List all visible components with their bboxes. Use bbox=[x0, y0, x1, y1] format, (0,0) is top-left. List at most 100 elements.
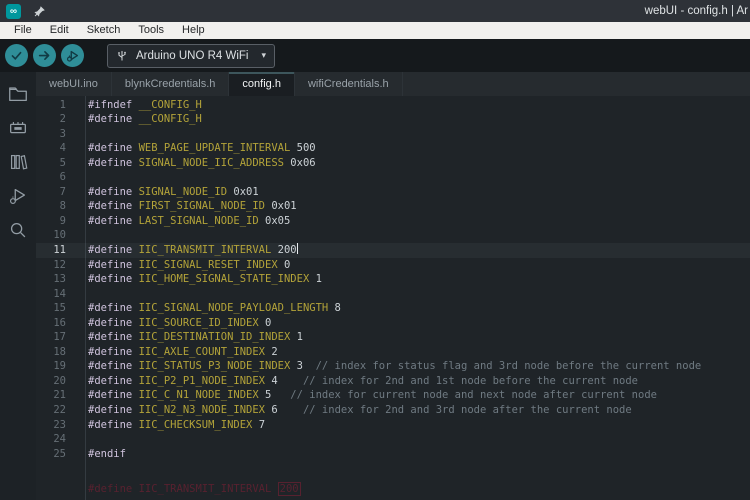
debug-play-icon bbox=[66, 50, 78, 62]
line-number: 13 bbox=[53, 273, 66, 286]
code-line-19[interactable]: 19 #define IIC_STATUS_P3_NODE_INDEX 3 // … bbox=[36, 359, 750, 374]
arduino-ide-window: ∞ webUI - config.h | Ar File Edit Sketch To… bbox=[0, 0, 750, 500]
activity-bar bbox=[0, 72, 36, 500]
line-content: #define IIC_N2_N3_NODE_INDEX 6 // index … bbox=[88, 403, 632, 416]
line-content: #define SIGNAL_NODE_IIC_ADDRESS 0x06 bbox=[88, 156, 316, 169]
sidebar-item-library-manager[interactable] bbox=[1, 145, 35, 179]
line-content: #define IIC_AXLE_COUNT_INDEX 2 bbox=[88, 345, 278, 358]
menu-bar: File Edit Sketch Tools Help bbox=[0, 22, 750, 39]
line-number: 2 bbox=[59, 113, 66, 126]
code-line-12[interactable]: 12 #define IIC_SIGNAL_RESET_INDEX 0 bbox=[36, 258, 750, 273]
board-selector-label: Arduino UNO R4 WiFi bbox=[136, 49, 249, 62]
board-selector-dropdown[interactable]: Arduino UNO R4 WiFi ▾ bbox=[107, 43, 275, 68]
library-books-icon bbox=[10, 154, 28, 170]
code-line-4[interactable]: 4 #define WEB_PAGE_UPDATE_INTERVAL 500 bbox=[36, 141, 750, 156]
code-line-16[interactable]: 16 #define IIC_SOURCE_ID_INDEX 0 bbox=[36, 316, 750, 331]
line-content: #define IIC_CHECKSUM_INDEX 7 bbox=[88, 418, 266, 431]
verify-button[interactable] bbox=[5, 44, 28, 67]
search-icon bbox=[10, 222, 26, 238]
line-number: 5 bbox=[59, 156, 66, 169]
code-line-20[interactable]: 20 #define IIC_P2_P1_NODE_INDEX 4 // inde… bbox=[36, 374, 750, 389]
sidebar-item-debug[interactable] bbox=[1, 179, 35, 213]
line-content: #define IIC_SOURCE_ID_INDEX 0 bbox=[88, 316, 272, 329]
menu-item-edit[interactable]: Edit bbox=[42, 22, 77, 39]
code-line-3[interactable]: 3 bbox=[36, 127, 750, 142]
check-icon bbox=[11, 51, 22, 60]
code-line-8[interactable]: 8 #define FIRST_SIGNAL_NODE_ID 0x01 bbox=[36, 199, 750, 214]
line-content: #define IIC_TRANSMIT_INTERVAL 200 bbox=[88, 242, 299, 256]
line-content: #define IIC_SIGNAL_RESET_INDEX 0 bbox=[88, 258, 291, 271]
code-line-11[interactable]: 11 #define IIC_TRANSMIT_INTERVAL 200 bbox=[36, 242, 750, 258]
code-editor[interactable]: 1 #ifndef __CONFIG_H 2 #define __CONFIG_H 3 4… bbox=[36, 96, 750, 500]
chevron-down-icon: ▾ bbox=[261, 50, 266, 60]
line-number: 10 bbox=[53, 229, 66, 242]
tab-webUI.ino[interactable]: webUI.ino bbox=[36, 72, 112, 96]
line-number: 8 bbox=[59, 200, 66, 213]
code-line-2[interactable]: 2 #define __CONFIG_H bbox=[36, 112, 750, 127]
tab-blynkCredentials.h[interactable]: blynkCredentials.h bbox=[112, 72, 230, 96]
line-number: 18 bbox=[53, 345, 66, 358]
code-line-17[interactable]: 17 #define IIC_DESTINATION_ID_INDEX 1 bbox=[36, 330, 750, 345]
line-content bbox=[66, 432, 88, 447]
code-line-14[interactable]: 14 bbox=[36, 287, 750, 302]
code-line-21[interactable]: 21 #define IIC_C_N1_NODE_INDEX 5 // index… bbox=[36, 388, 750, 403]
compression-ghost-text: #define IIC_TRANSMIT_INTERVAL 200 bbox=[88, 482, 301, 496]
debug-icon bbox=[9, 188, 26, 205]
usb-icon bbox=[118, 50, 126, 60]
line-number: 4 bbox=[59, 142, 66, 155]
line-content: #define IIC_SIGNAL_NODE_PAYLOAD_LENGTH 8 bbox=[88, 302, 341, 315]
line-content: #define IIC_HOME_SIGNAL_STATE_INDEX 1 bbox=[88, 273, 322, 286]
title-bar: ∞ webUI - config.h | Ar bbox=[0, 0, 750, 22]
code-line-24[interactable]: 24 bbox=[36, 432, 750, 447]
code-line-18[interactable]: 18 #define IIC_AXLE_COUNT_INDEX 2 bbox=[36, 345, 750, 360]
line-content bbox=[66, 127, 88, 142]
menu-item-help[interactable]: Help bbox=[174, 22, 213, 39]
code-line-23[interactable]: 23 #define IIC_CHECKSUM_INDEX 7 bbox=[36, 418, 750, 433]
line-content: #define SIGNAL_NODE_ID 0x01 bbox=[88, 185, 259, 198]
line-number: 6 bbox=[59, 171, 66, 184]
line-number: 15 bbox=[53, 302, 66, 315]
editor-tab-bar: webUI.ino blynkCredentials.h config.h wifiC… bbox=[36, 72, 750, 96]
pin-icon[interactable] bbox=[33, 5, 46, 18]
line-number: 1 bbox=[59, 98, 66, 111]
line-number: 24 bbox=[53, 433, 66, 446]
line-number: 12 bbox=[53, 258, 66, 271]
code-line-13[interactable]: 13 #define IIC_HOME_SIGNAL_STATE_INDEX 1 bbox=[36, 272, 750, 287]
line-content: #define IIC_P2_P1_NODE_INDEX 4 // index … bbox=[88, 374, 638, 387]
code-line-25[interactable]: 25 #endif bbox=[36, 447, 750, 462]
text-cursor bbox=[296, 242, 299, 254]
upload-button[interactable] bbox=[33, 44, 56, 67]
line-number: 20 bbox=[53, 374, 66, 387]
line-number: 14 bbox=[53, 287, 66, 300]
line-number: 11 bbox=[53, 243, 66, 256]
sidebar-item-sketchbook[interactable] bbox=[1, 77, 35, 111]
menu-item-tools[interactable]: Tools bbox=[130, 22, 172, 39]
tab-config.h[interactable]: config.h bbox=[229, 72, 295, 96]
window-title: webUI - config.h | Ar bbox=[644, 5, 748, 17]
line-number: 19 bbox=[53, 360, 66, 373]
boards-manager-icon bbox=[10, 122, 26, 134]
sidebar-item-boards-manager[interactable] bbox=[1, 111, 35, 145]
code-line-5[interactable]: 5 #define SIGNAL_NODE_IIC_ADDRESS 0x06 bbox=[36, 156, 750, 171]
code-line-10[interactable]: 10 bbox=[36, 228, 750, 243]
line-content bbox=[66, 287, 88, 302]
sidebar-item-search[interactable] bbox=[1, 213, 35, 247]
code-line-1[interactable]: 1 #ifndef __CONFIG_H bbox=[36, 98, 750, 113]
code-line-7[interactable]: 7 #define SIGNAL_NODE_ID 0x01 bbox=[36, 185, 750, 200]
code-line-22[interactable]: 22 #define IIC_N2_N3_NODE_INDEX 6 // inde… bbox=[36, 403, 750, 418]
line-content: #define IIC_DESTINATION_ID_INDEX 1 bbox=[88, 331, 303, 344]
line-number: 3 bbox=[59, 127, 66, 140]
arrow-right-icon bbox=[38, 51, 50, 60]
line-number: 7 bbox=[59, 185, 66, 198]
line-number: 16 bbox=[53, 316, 66, 329]
code-line-9[interactable]: 9 #define LAST_SIGNAL_NODE_ID 0x05 bbox=[36, 214, 750, 229]
menu-item-file[interactable]: File bbox=[6, 22, 40, 39]
code-line-6[interactable]: 6 bbox=[36, 170, 750, 185]
menu-item-sketch[interactable]: Sketch bbox=[79, 22, 129, 39]
line-content: #define IIC_C_N1_NODE_INDEX 5 // index f… bbox=[88, 389, 657, 402]
tab-wifiCredentials.h[interactable]: wifiCredentials.h bbox=[295, 72, 403, 96]
line-number: 23 bbox=[53, 418, 66, 431]
debug-start-button[interactable] bbox=[61, 44, 84, 67]
sketchbook-folder-icon bbox=[9, 87, 27, 102]
code-line-15[interactable]: 15 #define IIC_SIGNAL_NODE_PAYLOAD_LENGTH… bbox=[36, 301, 750, 316]
